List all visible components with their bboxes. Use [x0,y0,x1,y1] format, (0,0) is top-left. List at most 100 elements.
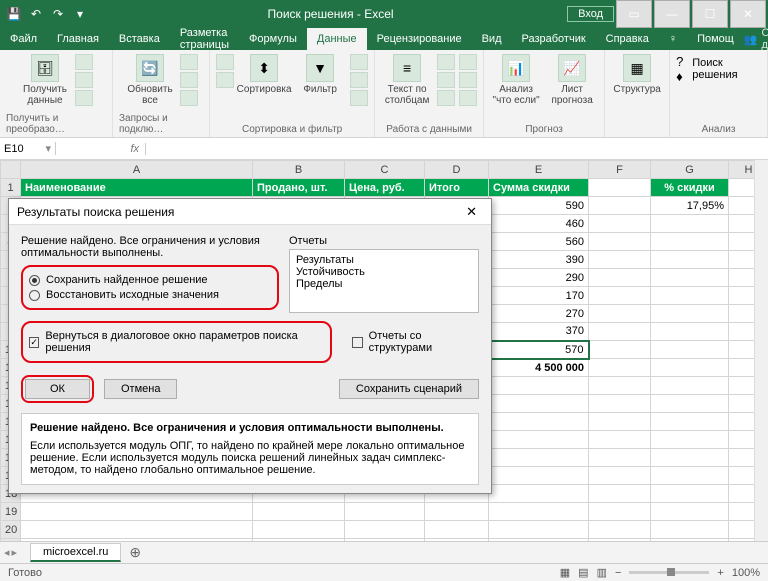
checkbox-return-to-dialog[interactable]: ✓Вернуться в диалоговое окно параметров … [29,330,324,354]
tab-tell-me-text[interactable]: Помощ [687,28,744,50]
radio-keep-solution[interactable]: Сохранить найденное решение [29,274,271,286]
cell[interactable]: 290 [489,269,589,287]
col-header-b[interactable]: B [253,161,345,179]
col-header-g[interactable]: G [651,161,729,179]
radio-restore-original[interactable]: Восстановить исходные значения [29,289,271,301]
cell[interactable]: 370 [489,323,589,341]
tab-view[interactable]: Вид [472,28,512,50]
tab-data[interactable]: Данные [307,28,367,50]
col-header-a[interactable]: A [21,161,253,179]
data-validation-icon[interactable] [437,90,455,106]
filter-button[interactable]: ▼Фильтр [294,54,346,95]
sheet-nav-next-icon[interactable]: ▸ [12,546,18,559]
fx-button[interactable]: fx [56,143,146,155]
undo-icon[interactable]: ↶ [26,4,46,24]
zoom-slider[interactable] [629,571,709,574]
dialog-close-icon[interactable]: ✕ [460,204,483,220]
from-web-icon[interactable] [75,72,93,88]
checkbox-outline-reports[interactable]: Отчеты со структурами [352,330,479,354]
remove-duplicates-icon[interactable] [437,72,455,88]
cell[interactable]: 4 500 000 [489,359,589,377]
report-item[interactable]: Пределы [296,278,472,290]
col-header-f[interactable]: F [589,161,651,179]
forecast-sheet-button[interactable]: 📈Лист прогноза [546,54,598,106]
selected-cell[interactable]: 570 [489,341,589,359]
queries-icon[interactable] [180,54,198,70]
tab-formulas[interactable]: Формулы [239,28,307,50]
minimize-icon[interactable]: — [654,0,690,28]
tab-page-layout[interactable]: Разметка страницы [170,28,239,50]
new-sheet-icon[interactable]: ⊕ [121,544,149,561]
select-all-corner[interactable] [1,161,21,179]
tab-help[interactable]: Справка [596,28,659,50]
view-page-layout-icon[interactable]: ▤ [578,566,588,579]
sheet-nav-prev-icon[interactable]: ◂ [4,546,10,559]
view-page-break-icon[interactable]: ▥ [597,566,607,579]
sort-za-icon[interactable] [216,72,234,88]
tab-developer[interactable]: Разработчик [512,28,596,50]
refresh-all-button[interactable]: 🔄Обновить все [124,54,176,106]
cell[interactable]: Продано, шт. [253,179,345,197]
zoom-in-icon[interactable]: + [717,567,723,579]
properties-icon[interactable] [180,72,198,88]
close-icon[interactable]: ✕ [730,0,766,28]
from-table-icon[interactable] [75,90,93,106]
flash-fill-icon[interactable] [437,54,455,70]
cell[interactable]: 390 [489,251,589,269]
tab-review[interactable]: Рецензирование [367,28,472,50]
tab-file[interactable]: Файл [0,28,47,50]
consolidate-icon[interactable] [459,54,477,70]
sheet-tab[interactable]: microexcel.ru [30,543,121,562]
row-header-1[interactable]: 1 [1,179,21,197]
cell[interactable]: Итого [425,179,489,197]
cell[interactable]: 560 [489,233,589,251]
cell[interactable]: % скидки [651,179,729,197]
share-button[interactable]: Общий доступ [762,27,768,51]
cell[interactable]: 17,95% [651,197,729,215]
cancel-button[interactable]: Отмена [104,379,177,399]
redo-icon[interactable]: ↷ [48,4,68,24]
tab-insert[interactable]: Вставка [109,28,170,50]
zoom-out-icon[interactable]: − [615,567,621,579]
outline-button[interactable]: ▦Структура [611,54,663,95]
col-header-e[interactable]: E [489,161,589,179]
col-header-d[interactable]: D [425,161,489,179]
solver-button[interactable]: ?♦Поиск решения [676,54,761,84]
what-if-button[interactable]: 📊Анализ "что если" [490,54,542,106]
cell[interactable]: 590 [489,197,589,215]
cell[interactable]: 270 [489,305,589,323]
save-scenario-button[interactable]: Сохранить сценарий [339,379,479,399]
save-icon[interactable]: 💾 [4,4,24,24]
login-button[interactable]: Вход [567,6,614,22]
zoom-level[interactable]: 100% [732,567,760,579]
maximize-icon[interactable]: ☐ [692,0,728,28]
sort-button[interactable]: ⬍Сортировка [238,54,290,95]
cell[interactable]: Сумма скидки [489,179,589,197]
ribbon-options-icon[interactable]: ▭ [616,0,652,28]
name-box[interactable]: E10▾ [0,142,56,155]
from-text-icon[interactable] [75,54,93,70]
text-to-columns-button[interactable]: ≡Текст по столбцам [381,54,433,106]
cell[interactable]: 170 [489,287,589,305]
tab-home[interactable]: Главная [47,28,109,50]
reapply-icon[interactable] [350,72,368,88]
cell[interactable]: 460 [489,215,589,233]
advanced-icon[interactable] [350,90,368,106]
cell[interactable] [589,179,651,197]
report-item[interactable]: Устойчивость [296,266,472,278]
col-header-c[interactable]: C [345,161,425,179]
tab-tell-me[interactable]: ♀ [659,28,687,50]
cell[interactable]: Наименование [21,179,253,197]
reports-listbox[interactable]: Результаты Устойчивость Пределы [289,249,479,313]
get-data-button[interactable]: 🗄Получить данные [19,54,71,106]
view-normal-icon[interactable]: ▦ [560,566,570,579]
vertical-scrollbar[interactable] [754,160,768,541]
ok-button[interactable]: ОК [25,379,90,399]
clear-filter-icon[interactable] [350,54,368,70]
relationships-icon[interactable] [459,72,477,88]
qat-dropdown-icon[interactable]: ▾ [70,4,90,24]
edit-links-icon[interactable] [180,90,198,106]
sort-az-icon[interactable] [216,54,234,70]
cell[interactable]: Цена, руб. [345,179,425,197]
data-model-icon[interactable] [459,90,477,106]
